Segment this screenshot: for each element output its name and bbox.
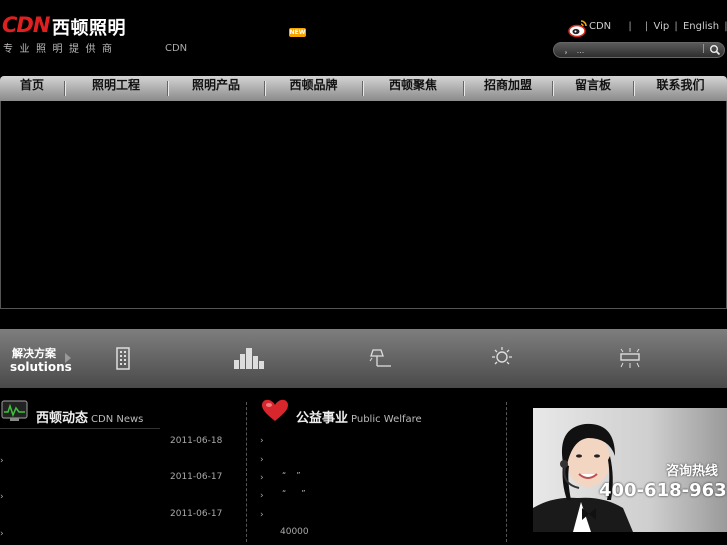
top-link-cdn[interactable]: CDN [589, 21, 611, 32]
solution-item-lamp[interactable] [369, 346, 439, 372]
light-bulb-icon [492, 347, 512, 365]
news-section-title[interactable]: 西顿动态 CDN News [36, 407, 143, 426]
top-link-separator: | [644, 21, 649, 32]
search-separator: | [702, 44, 706, 54]
logo-mark: CDN [2, 13, 50, 37]
column-divider [506, 402, 507, 542]
nav-item-franchise[interactable]: 招商加盟 [464, 76, 552, 101]
solution-item-bulb[interactable] [489, 346, 569, 372]
solutions-title: 解决方案 solutions [0, 329, 72, 388]
nav-item-contact[interactable]: 联系我们 [634, 76, 727, 101]
solution-item-ceiling[interactable] [617, 346, 697, 372]
nav-item-brand[interactable]: 西顿品牌 [265, 76, 362, 101]
nav-item-lighting-projects[interactable]: 照明工程 [65, 76, 167, 101]
main-nav: 首页 照明工程 照明产品 西顿品牌 西顿聚焦 招商加盟 留言板 联系我们 [0, 76, 727, 101]
news-date: 2011-06-17 [170, 509, 223, 519]
welfare-item-text[interactable]: “ ” [282, 471, 300, 480]
news-title-cn: 西顿动态 [36, 411, 89, 426]
news-divider [0, 428, 160, 429]
solutions-title-cn: 解决方案 [12, 347, 56, 360]
top-links: CDN | | Vip | English | [589, 21, 727, 32]
nav-item-focus[interactable]: 西顿聚焦 [363, 76, 463, 101]
welfare-bullet-icon[interactable]: › [260, 491, 264, 501]
hotline-label: 咨询热线 [666, 464, 719, 479]
hotline-banner[interactable]: 咨询热线 400-618-9632 [533, 408, 727, 532]
office-building-icon [116, 347, 130, 370]
hotline-number: 400-618-9632 [599, 480, 727, 501]
news-bullet-icon[interactable]: › [0, 456, 4, 466]
nav-item-lighting-products[interactable]: 照明产品 [168, 76, 264, 101]
solution-item-city[interactable] [233, 346, 313, 372]
nav-item-home[interactable]: 首页 [0, 76, 64, 101]
welfare-section-title[interactable]: 公益事业 Public Welfare [296, 407, 422, 426]
customer-service-avatar [533, 423, 633, 532]
heart-icon [262, 399, 288, 421]
news-bullet-icon[interactable]: › [0, 492, 4, 502]
logo-slogan: 专业照明提供商 [3, 44, 119, 55]
ceiling-light-icon [620, 348, 640, 368]
top-link-separator: | [628, 21, 632, 32]
column-divider [246, 402, 247, 542]
search-bar: | [553, 42, 725, 58]
top-link-separator: | [674, 21, 678, 32]
solutions-title-en: solutions [10, 360, 72, 374]
news-date: 2011-06-18 [170, 436, 223, 446]
search-icon[interactable] [709, 44, 721, 56]
news-bullet-icon[interactable]: › [0, 529, 4, 539]
nav-item-message-board[interactable]: 留言板 [553, 76, 633, 101]
desk-lamp-icon [369, 349, 391, 367]
welfare-bullet-icon[interactable]: › [260, 510, 264, 520]
solution-item-office[interactable] [114, 346, 184, 372]
header-cdn-text: CDN [165, 43, 188, 54]
weibo-icon[interactable] [568, 18, 588, 38]
site-logo[interactable]: CDN 西顿照明 专业照明提供商 [0, 13, 130, 55]
welfare-bullet-icon[interactable]: › [260, 455, 264, 465]
top-link-english[interactable]: English [683, 21, 719, 32]
welfare-bullet-icon[interactable]: › [260, 473, 264, 483]
banner-area [0, 101, 727, 309]
logo-name: 西顿照明 [52, 18, 126, 39]
news-monitor-icon [1, 400, 28, 421]
welfare-title-cn: 公益事业 [296, 411, 349, 426]
top-link-vip[interactable]: Vip [653, 21, 669, 32]
welfare-number: 40000 [280, 527, 309, 537]
welfare-bullet-icon[interactable]: › [260, 436, 264, 446]
news-date: 2011-06-17 [170, 472, 223, 482]
welfare-item-text[interactable]: “ ” [282, 489, 306, 498]
new-badge: NEW [289, 28, 306, 37]
solutions-bar: 解决方案 solutions [0, 329, 727, 388]
news-title-en: CDN News [91, 414, 144, 425]
city-skyline-icon [234, 348, 264, 369]
search-input[interactable] [564, 44, 699, 56]
solutions-arrow-icon [65, 353, 71, 363]
welfare-title-en: Public Welfare [351, 414, 422, 425]
